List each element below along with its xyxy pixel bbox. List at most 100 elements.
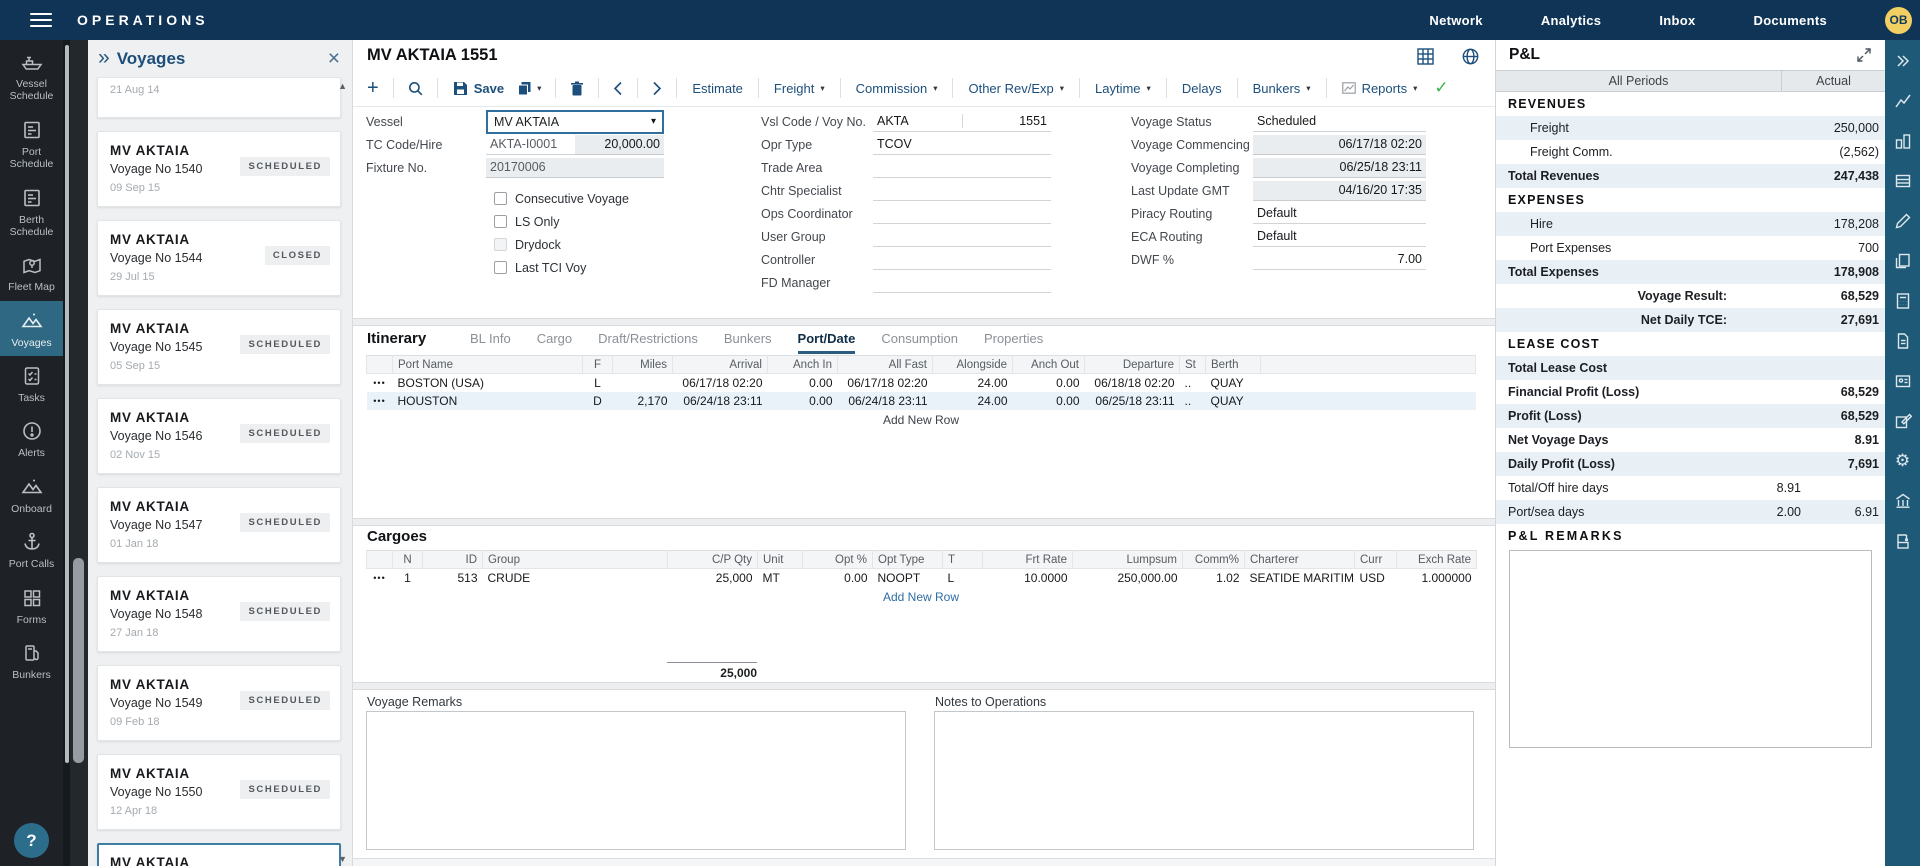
voyage-card[interactable]: MV AKTAIAVoyage No 154429 Jul 15CLOSED [97, 220, 341, 296]
save-button[interactable]: Save [446, 81, 511, 96]
controller-field[interactable] [873, 250, 1051, 270]
expand-icon[interactable] [1857, 48, 1871, 62]
rail-scrollbar[interactable] [63, 40, 70, 866]
pnl-actual-header[interactable]: Actual [1782, 71, 1885, 91]
itinerary-add-row[interactable]: Add New Row [366, 413, 1476, 427]
collapse-panel-icon[interactable]: » [98, 47, 110, 68]
help-button[interactable]: ? [14, 823, 49, 858]
hamburger-menu-icon[interactable] [30, 9, 52, 30]
tab-port-date[interactable]: Port/Date [798, 331, 856, 354]
opr-type-field[interactable]: TCOV [873, 135, 1051, 155]
compose-icon[interactable] [1894, 412, 1912, 452]
next-voyage-icon[interactable] [646, 81, 668, 96]
tab-cargo[interactable]: Cargo [537, 331, 572, 354]
sidebar-item-bunkers[interactable]: Bunkers [0, 633, 63, 688]
sidebar-item-alerts[interactable]: Alerts [0, 411, 63, 466]
voyage-card-partial[interactable]: 21 Aug 14 [97, 77, 341, 118]
double-chevron-icon[interactable] [1894, 52, 1912, 92]
commission-button[interactable]: Commission▾ [849, 81, 945, 96]
sidebar-item-fleet-map[interactable]: Fleet Map [0, 245, 63, 300]
tc-code-field[interactable]: AKTA-I0001 [486, 135, 575, 155]
sidebar-item-port-calls[interactable]: Port Calls [0, 522, 63, 577]
pnl-period-header[interactable]: All Periods [1496, 71, 1782, 91]
pnl-remarks-input[interactable] [1509, 550, 1872, 748]
voyage-card[interactable]: MV AKTAIAVoyage No 154602 Nov 15SCHEDULE… [97, 398, 341, 474]
sidebar-item-forms[interactable]: Forms [0, 578, 63, 633]
drydock-checkbox[interactable]: Drydock [494, 233, 629, 256]
calculator-icon[interactable] [1894, 292, 1912, 332]
consecutive-voyage-checkbox[interactable]: Consecutive Voyage [494, 187, 629, 210]
id-card-icon[interactable] [1894, 372, 1912, 412]
eca-routing-field[interactable]: Default [1253, 227, 1426, 247]
dwf-field[interactable]: 7.00 [1253, 250, 1426, 270]
search-icon[interactable] [402, 81, 429, 96]
horizontal-scrollbar[interactable] [353, 858, 1495, 866]
voyage-completing-field[interactable]: 06/25/18 23:11 [1253, 158, 1426, 178]
sidebar-item-berth-schedule[interactable]: Berth Schedule [0, 178, 63, 246]
table-row[interactable]: •••HOUSTOND2,17006/24/18 23:110.0006/24/… [367, 392, 1476, 410]
nav-analytics[interactable]: Analytics [1541, 13, 1602, 28]
sidebar-item-voyages[interactable]: Voyages [0, 301, 63, 356]
voyage-card[interactable]: MV AKTAIAVoyage No 154701 Jan 18SCHEDULE… [97, 487, 341, 563]
voyage-card[interactable]: MV AKTAIAVoyage No 154009 Sep 15SCHEDULE… [97, 131, 341, 207]
voyage-commencing-field[interactable]: 06/17/18 02:20 [1253, 135, 1426, 155]
ops-coordinator-field[interactable] [873, 204, 1051, 224]
last-update-gmt-field[interactable]: 04/16/20 17:35 [1253, 181, 1426, 201]
voyage-remarks-input[interactable] [366, 711, 906, 850]
delete-icon[interactable] [564, 81, 590, 96]
tab-bl-info[interactable]: BL Info [470, 331, 511, 354]
sidebar-item-onboard[interactable]: Onboard [0, 467, 63, 522]
last-tci-voy-checkbox[interactable]: Last TCI Voy [494, 256, 629, 279]
voyage-card[interactable]: MV AKTAIAVoyage No 155012 Apr 18SCHEDULE… [97, 754, 341, 830]
estimate-button[interactable]: Estimate [685, 81, 750, 96]
vsl-code-voy-no-field[interactable]: AKTA1551 [873, 112, 1051, 132]
prev-voyage-icon[interactable] [607, 81, 629, 96]
tc-hire-field[interactable]: 20,000.00 [575, 135, 664, 155]
user-avatar[interactable]: OB [1885, 7, 1912, 34]
trade-area-field[interactable] [873, 158, 1051, 178]
close-icon[interactable]: × [328, 48, 340, 69]
fixture-no-field[interactable]: 20170006 [486, 158, 664, 178]
voyage-status-field[interactable]: Scheduled [1253, 112, 1426, 132]
table-row[interactable]: •••BOSTON (USA)L06/17/18 02:200.0006/17/… [367, 374, 1476, 392]
sidebar-item-vessel-schedule[interactable]: Vessel Schedule [0, 42, 63, 110]
vessel-select[interactable]: MV AKTAIA▾ [486, 110, 664, 134]
draw-icon[interactable] [1894, 212, 1912, 252]
globe-icon[interactable] [1462, 48, 1479, 65]
laytime-button[interactable]: Laytime▾ [1088, 81, 1158, 96]
tab-properties[interactable]: Properties [984, 331, 1043, 354]
ls-only-checkbox[interactable]: LS Only [494, 210, 629, 233]
voyage-card[interactable]: MV AKTAIAVoyage No 154909 Feb 18SCHEDULE… [97, 665, 341, 741]
crane-icon[interactable] [1894, 532, 1912, 572]
table-icon[interactable] [1894, 172, 1912, 212]
tab-consumption[interactable]: Consumption [881, 331, 958, 354]
chtr-specialist-field[interactable] [873, 181, 1051, 201]
nav-network[interactable]: Network [1429, 13, 1482, 28]
voyage-card[interactable]: MV AKTAIAVoyage No 154827 Jan 18SCHEDULE… [97, 576, 341, 652]
reports-button[interactable]: Reports▾ [1335, 81, 1425, 96]
cargoes-add-row[interactable]: Add New Row [366, 590, 1476, 604]
bunkers-button[interactable]: Bunkers▾ [1246, 81, 1318, 96]
grid-view-icon[interactable] [1417, 48, 1434, 65]
sidebar-item-tasks[interactable]: Tasks [0, 356, 63, 411]
buildings-icon[interactable] [1894, 132, 1912, 172]
sidebar-item-port-schedule[interactable]: Port Schedule [0, 110, 63, 178]
other-rev-exp-button[interactable]: Other Rev/Exp▾ [961, 81, 1071, 96]
copy-icon[interactable]: ▾ [511, 81, 547, 96]
tab-draft-restrictions[interactable]: Draft/Restrictions [598, 331, 698, 354]
user-group-field[interactable] [873, 227, 1051, 247]
document-icon[interactable] [1894, 332, 1912, 372]
pages-icon[interactable] [1894, 252, 1912, 292]
nav-inbox[interactable]: Inbox [1659, 13, 1695, 28]
delays-button[interactable]: Delays [1175, 81, 1229, 96]
voyage-card[interactable]: MV AKTAIAVoyage No 155117 Jun 18SCHEDULE… [97, 843, 341, 866]
fd-manager-field[interactable] [873, 273, 1051, 293]
voyage-card[interactable]: MV AKTAIAVoyage No 154505 Sep 15SCHEDULE… [97, 309, 341, 385]
table-row[interactable]: •••1513CRUDE25,000MT0.00NOOPTL10.0000250… [367, 569, 1477, 587]
line-chart-icon[interactable] [1894, 92, 1912, 132]
piracy-routing-field[interactable]: Default [1253, 204, 1426, 224]
voyage-list-scrollbar[interactable] [70, 40, 88, 866]
nav-documents[interactable]: Documents [1754, 13, 1828, 28]
tab-bunkers[interactable]: Bunkers [724, 331, 772, 354]
scroll-up-arrow[interactable]: ▲ [338, 81, 347, 91]
